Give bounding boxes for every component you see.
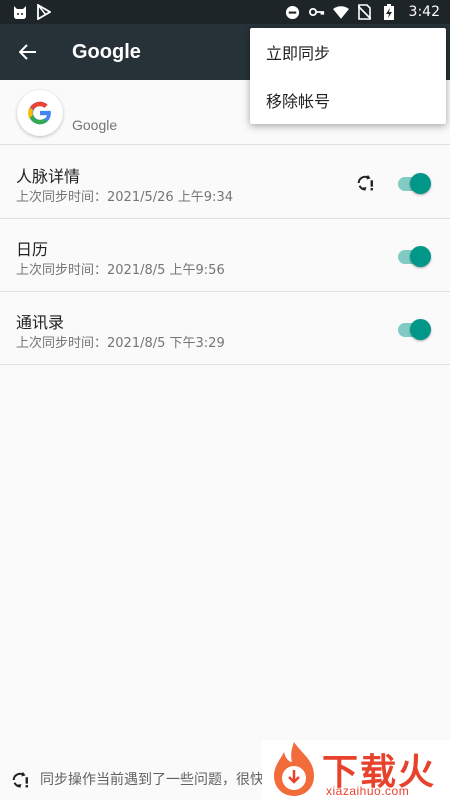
toggle-thumb <box>410 319 431 340</box>
back-button[interactable] <box>0 24 56 80</box>
sync-item-calendar[interactable]: 日历 上次同步时间：2021/8/5 上午9:56 <box>0 219 450 292</box>
flame-logo-icon <box>274 742 314 796</box>
status-right: 3:42 <box>285 4 440 20</box>
battery-charging-icon <box>381 4 397 20</box>
sync-problem-icon <box>12 771 28 789</box>
wifi-icon <box>332 4 349 20</box>
sync-item-last-sync: 上次同步时间：2021/8/5 上午9:56 <box>16 263 225 278</box>
status-bar: 3:42 <box>0 0 450 24</box>
watermark-url: xiazaihuo.com <box>326 784 410 798</box>
sync-problem-message: 同步操作当前遇到了一些问题，很快 <box>40 772 264 788</box>
do-not-disturb-icon <box>285 4 301 20</box>
cat-icon <box>12 4 28 20</box>
key-icon <box>308 4 325 20</box>
status-time: 3:42 <box>408 4 440 20</box>
sync-toggle[interactable] <box>396 317 432 341</box>
overflow-menu: 立即同步 移除帐号 <box>250 28 446 124</box>
sync-item-last-sync: 上次同步时间：2021/8/5 下午3:29 <box>16 336 225 351</box>
sync-item-title: 人脉详情 <box>16 167 81 186</box>
google-logo-icon <box>17 90 63 136</box>
account-name: Google <box>72 117 118 133</box>
sync-item-title: 日历 <box>16 240 49 259</box>
sync-item-contacts[interactable]: 通讯录 上次同步时间：2021/8/5 下午3:29 <box>0 292 450 365</box>
sync-toggle[interactable] <box>396 171 432 195</box>
no-sim-icon <box>357 4 373 20</box>
sync-item-last-sync: 上次同步时间：2021/5/26 上午9:34 <box>16 190 233 205</box>
sync-toggle[interactable] <box>396 244 432 268</box>
play-store-icon <box>36 4 52 20</box>
sync-item-title: 通讯录 <box>16 313 65 332</box>
toggle-thumb <box>410 246 431 267</box>
menu-item-remove-account[interactable]: 移除帐号 <box>250 76 446 124</box>
menu-item-sync-now[interactable]: 立即同步 <box>250 28 446 76</box>
sync-problem-icon <box>357 174 373 192</box>
status-left <box>12 4 52 20</box>
arrow-left-icon <box>19 44 36 60</box>
toggle-thumb <box>410 173 431 194</box>
watermark: 下载火 xiazaihuo.com <box>262 740 450 800</box>
sync-item-people[interactable]: 人脉详情 上次同步时间：2021/5/26 上午9:34 <box>0 146 450 219</box>
page-title: Google <box>72 40 141 63</box>
